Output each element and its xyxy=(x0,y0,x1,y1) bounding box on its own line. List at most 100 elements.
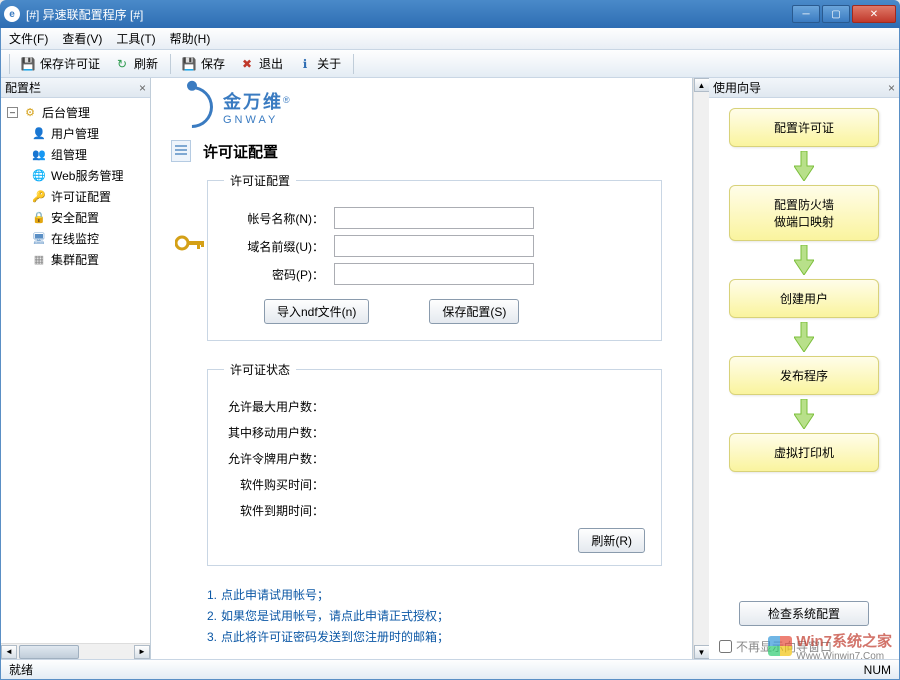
status-num: NUM xyxy=(864,663,891,677)
toolbar-exit[interactable]: ✖ 退出 xyxy=(233,53,289,74)
tree-item-label: 在线监控 xyxy=(51,230,99,247)
scroll-left-icon[interactable]: ◄ xyxy=(1,645,17,659)
password-input[interactable] xyxy=(334,263,534,285)
document-icon xyxy=(171,140,191,162)
domain-input[interactable] xyxy=(334,235,534,257)
help-link-anchor-2[interactable]: 点此将许可证密码发送到您注册时的邮箱； xyxy=(221,630,449,644)
refresh-icon: ↻ xyxy=(114,56,130,72)
tree-item-4[interactable]: 🔒安全配置 xyxy=(3,207,148,228)
sidebar-h-scrollbar[interactable]: ◄ ► xyxy=(1,643,150,659)
check-system-button[interactable]: 检查系统配置 xyxy=(739,601,869,626)
buy-time-value xyxy=(334,474,534,494)
brand-reg: ® xyxy=(283,95,290,105)
tree-item-3[interactable]: 🔑许可证配置 xyxy=(3,186,148,207)
tree-item-5[interactable]: 🖥在线监控 xyxy=(3,228,148,249)
collapse-icon[interactable]: – xyxy=(7,107,18,118)
arrow-down-icon xyxy=(717,322,891,352)
config-sidebar: 配置栏 × – ⚙ 后台管理 👤用户管理👥组管理🌐Web服务管理🔑许可证配置🔒安… xyxy=(1,78,151,659)
toolbar-save-license[interactable]: 💾 保存许可证 xyxy=(14,53,106,74)
hide-wizard-checkbox[interactable] xyxy=(719,640,732,653)
toolbar-save-license-label: 保存许可证 xyxy=(40,55,100,72)
import-ndf-button[interactable]: 导入ndf文件(n) xyxy=(264,299,369,324)
config-group-legend: 许可证配置 xyxy=(224,172,296,189)
save-config-button[interactable]: 保存配置(S) xyxy=(429,299,519,324)
toolbar: 💾 保存许可证 ↻ 刷新 💾 保存 ✖ 退出 ℹ 关于 xyxy=(1,50,899,78)
wizard-step-4[interactable]: 虚拟打印机 xyxy=(729,433,879,472)
config-tree: – ⚙ 后台管理 👤用户管理👥组管理🌐Web服务管理🔑许可证配置🔒安全配置🖥在线… xyxy=(1,98,150,643)
floppy-icon: 💾 xyxy=(181,56,197,72)
minimize-button[interactable]: ─ xyxy=(792,5,820,23)
token-users-value xyxy=(334,448,534,468)
hide-wizard-label: 不再显示向导窗口 xyxy=(736,638,832,655)
arrow-down-icon xyxy=(717,399,891,429)
scroll-up-icon[interactable]: ▲ xyxy=(694,78,710,92)
toolbar-save[interactable]: 💾 保存 xyxy=(175,53,231,74)
account-input[interactable] xyxy=(334,207,534,229)
toolbar-about-label: 关于 xyxy=(317,55,341,72)
toolbar-about[interactable]: ℹ 关于 xyxy=(291,53,347,74)
wizard-panel: 使用向导 × 配置许可证配置防火墙做端口映射创建用户发布程序虚拟打印机 检查系统… xyxy=(709,78,899,659)
help-link-2: 3.点此将许可证密码发送到您注册时的邮箱； xyxy=(207,628,662,645)
tree-root-label: 后台管理 xyxy=(42,104,90,121)
wizard-header: 使用向导 × xyxy=(709,78,899,98)
status-group-legend: 许可证状态 xyxy=(224,361,296,378)
wizard-close-icon[interactable]: × xyxy=(888,81,895,95)
app-icon: e xyxy=(4,6,20,22)
scroll-down-icon[interactable]: ▼ xyxy=(694,645,710,659)
toolbar-save-label: 保存 xyxy=(201,55,225,72)
tree-item-label: 安全配置 xyxy=(51,209,99,226)
menu-file[interactable]: 文件(F) xyxy=(9,30,48,47)
gear-icon: ⚙ xyxy=(22,105,38,121)
menu-tools[interactable]: 工具(T) xyxy=(116,30,155,47)
tree-root[interactable]: – ⚙ 后台管理 xyxy=(3,102,148,123)
wizard-step-3[interactable]: 发布程序 xyxy=(729,356,879,395)
help-link-anchor-1[interactable]: 如果您是试用帐号，请点此申请正式授权； xyxy=(221,609,449,623)
help-link-1: 2.如果您是试用帐号，请点此申请正式授权； xyxy=(207,607,662,624)
tree-item-icon: 🖥 xyxy=(31,231,47,247)
tree-item-1[interactable]: 👥组管理 xyxy=(3,144,148,165)
toolbar-exit-label: 退出 xyxy=(259,55,283,72)
license-status-group: 许可证状态 允许最大用户数： 其中移动用户数： 允许令牌用户数： 软件购买时间：… xyxy=(207,361,662,566)
toolbar-refresh[interactable]: ↻ 刷新 xyxy=(108,53,164,74)
arrow-down-icon xyxy=(717,245,891,275)
tree-item-2[interactable]: 🌐Web服务管理 xyxy=(3,165,148,186)
sidebar-title: 配置栏 xyxy=(5,79,41,96)
floppy-icon: 💾 xyxy=(20,56,36,72)
menu-view[interactable]: 查看(V) xyxy=(62,30,102,47)
close-button[interactable]: ✕ xyxy=(852,5,896,23)
maximize-button[interactable]: ▢ xyxy=(822,5,850,23)
tree-item-label: 许可证配置 xyxy=(51,188,111,205)
account-label: 帐号名称(N)： xyxy=(224,210,324,227)
wizard-step-2[interactable]: 创建用户 xyxy=(729,279,879,318)
tree-item-icon: 👤 xyxy=(31,126,47,142)
wizard-step-0[interactable]: 配置许可证 xyxy=(729,108,879,147)
menu-help[interactable]: 帮助(H) xyxy=(170,30,211,47)
buy-time-label: 软件购买时间： xyxy=(224,476,324,493)
scroll-right-icon[interactable]: ► xyxy=(134,645,150,659)
refresh-status-button[interactable]: 刷新(R) xyxy=(578,528,645,553)
sidebar-close-icon[interactable]: × xyxy=(139,81,146,95)
tree-item-0[interactable]: 👤用户管理 xyxy=(3,123,148,144)
expire-time-value xyxy=(334,500,534,520)
max-users-value xyxy=(334,396,534,416)
tree-item-label: 组管理 xyxy=(51,146,87,163)
scroll-thumb[interactable] xyxy=(19,645,79,659)
status-text: 就绪 xyxy=(9,661,33,678)
main-content: 金万维® GNWAY 许可证配置 许可证配置 帐号名称(N)： 域名前缀(U)： xyxy=(151,78,693,659)
arrow-down-icon xyxy=(717,151,891,181)
gnway-logo-icon xyxy=(162,78,221,137)
center-v-scrollbar[interactable]: ▲ ▼ xyxy=(693,78,709,659)
tree-item-icon: 🌐 xyxy=(31,168,47,184)
wizard-step-1[interactable]: 配置防火墙做端口映射 xyxy=(729,185,879,241)
help-link-anchor-0[interactable]: 点此申请试用帐号； xyxy=(221,588,329,602)
password-label: 密码(P)： xyxy=(224,266,324,283)
mobile-users-value xyxy=(334,422,534,442)
token-users-label: 允许令牌用户数： xyxy=(224,450,324,467)
brand-en: GNWAY xyxy=(223,114,290,126)
tree-item-6[interactable]: ▦集群配置 xyxy=(3,249,148,270)
tree-item-icon: 🔑 xyxy=(31,189,47,205)
tree-item-icon: ▦ xyxy=(31,252,47,268)
tree-item-label: 用户管理 xyxy=(51,125,99,142)
status-bar: 就绪 NUM xyxy=(1,659,899,679)
toolbar-refresh-label: 刷新 xyxy=(134,55,158,72)
